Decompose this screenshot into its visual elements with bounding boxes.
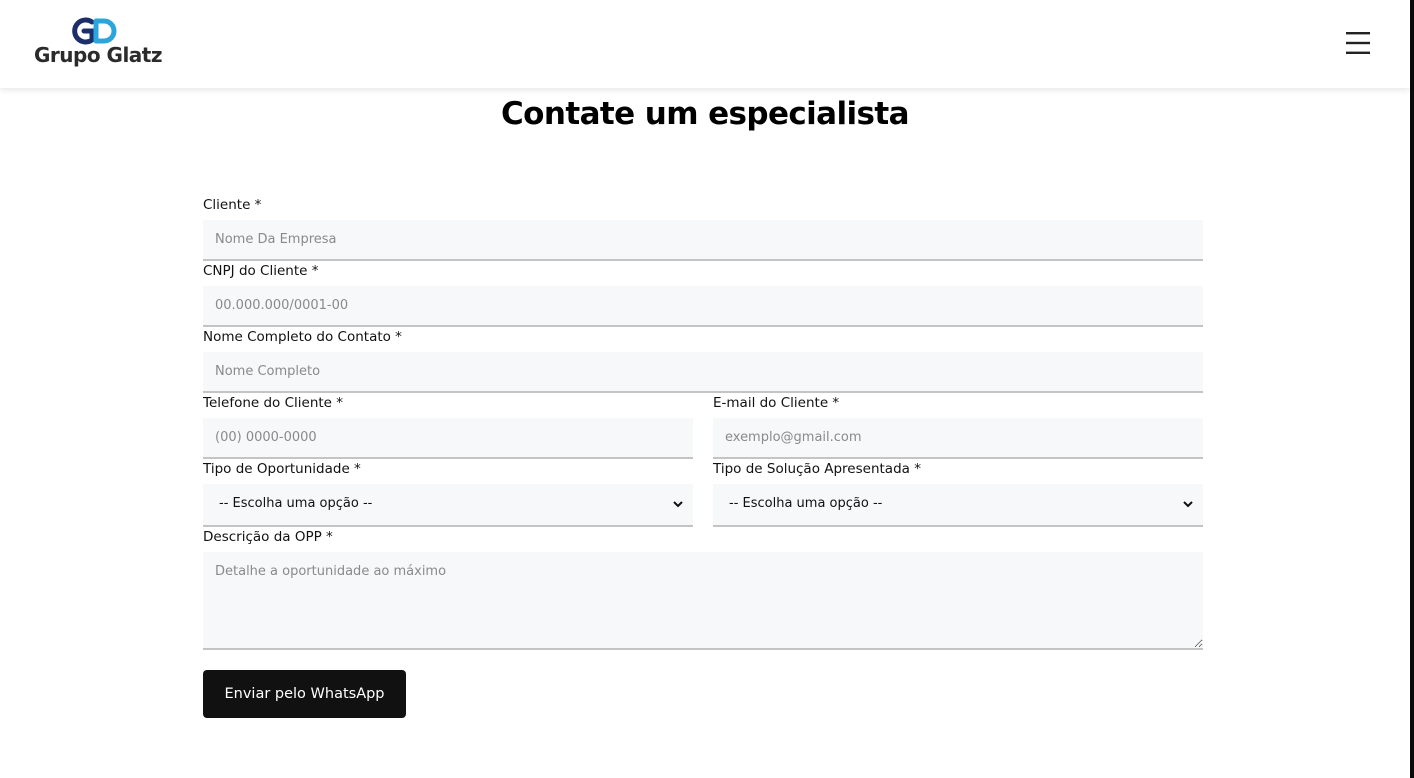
tipo-oportunidade-selected: -- Escolha uma opção -- [219,496,373,511]
nome-contato-input[interactable] [203,352,1203,393]
cliente-label: Cliente * [203,197,262,213]
email-input[interactable] [713,418,1203,459]
chevron-down-icon [1183,501,1193,508]
logo-mark-icon [72,17,117,45]
page-title: Contate um especialista [501,96,910,132]
nome-contato-label: Nome Completo do Contato * [203,329,402,345]
cliente-input[interactable] [203,220,1203,261]
cnpj-label: CNPJ do Cliente * [203,263,319,279]
email-label: E-mail do Cliente * [713,395,840,411]
send-whatsapp-button[interactable]: Enviar pelo WhatsApp [203,670,406,718]
telefone-input[interactable] [203,418,693,459]
menu-button[interactable] [1344,30,1372,56]
tipo-solucao-select[interactable]: -- Escolha uma opção -- [713,484,1203,527]
cnpj-input[interactable] [203,286,1203,327]
logo-text: Grupo Glatz [34,43,163,67]
scrollbar-edge [1410,0,1414,778]
logo[interactable]: Grupo Glatz [34,16,163,70]
telefone-label: Telefone do Cliente * [203,395,344,411]
tipo-oportunidade-select[interactable]: -- Escolha uma opção -- [203,484,693,527]
tipo-solucao-selected: -- Escolha uma opção -- [729,496,883,511]
descricao-label: Descrição da OPP * [203,529,333,545]
site-header: Grupo Glatz [0,0,1410,88]
page: Grupo Glatz Contate um especialista Clie… [0,0,1414,778]
descricao-textarea[interactable] [203,552,1203,650]
tipo-oportunidade-label: Tipo de Oportunidade * [203,461,361,477]
chevron-down-icon [673,501,683,508]
hamburger-icon [1346,32,1370,54]
tipo-solucao-label: Tipo de Solução Apresentada * [713,461,921,477]
